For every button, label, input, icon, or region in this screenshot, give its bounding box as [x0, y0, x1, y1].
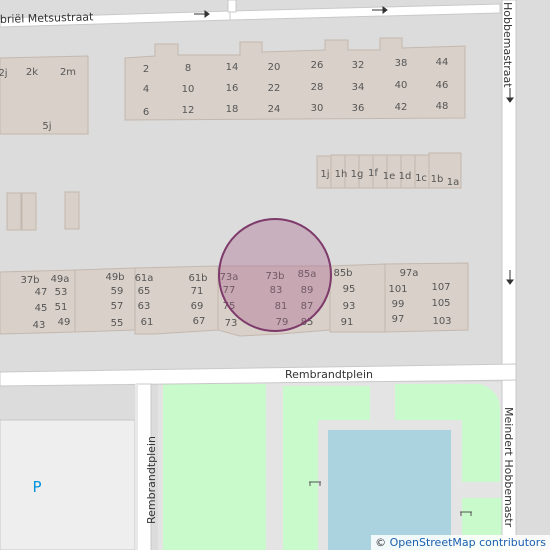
house-number: 57	[111, 301, 124, 312]
house-number: 2m	[60, 67, 76, 78]
street-label-rembrandtplein: Rembrandtplein	[285, 368, 373, 381]
house-number: 37b	[20, 275, 39, 286]
house-number: 47	[35, 287, 48, 298]
house-number: 95	[343, 284, 356, 295]
house-number: 73	[225, 318, 238, 329]
map-view[interactable]: 2j 2k 2m 5j 2 8 4 10 6 12 14 20 16 22 18…	[0, 0, 550, 550]
map-canvas: 2j 2k 2m 5j 2 8 4 10 6 12 14 20 16 22 18…	[0, 0, 550, 550]
house-number: 1e	[383, 171, 396, 182]
house-number: 93	[343, 301, 356, 312]
park-lawn-4	[283, 498, 318, 550]
house-number: 36	[352, 103, 365, 114]
house-number: 1g	[351, 169, 364, 180]
house-number: 101	[388, 284, 407, 295]
house-number: 67	[193, 316, 206, 327]
house-number: 61	[141, 317, 154, 328]
house-number: 45	[35, 303, 48, 314]
house-number: 85b	[333, 268, 352, 279]
parking-icon[interactable]: P	[32, 478, 41, 496]
street-label-rembrandtplein-vertical: Rembrandtplein	[145, 436, 158, 524]
house-number: 2j	[0, 68, 8, 79]
pond[interactable]	[328, 430, 451, 550]
house-number: 71	[191, 286, 204, 297]
house-number: 12	[182, 105, 195, 116]
house-number: 16	[226, 83, 239, 94]
house-number: 24	[268, 104, 281, 115]
house-number: 8	[185, 63, 191, 74]
house-number: 20	[268, 62, 281, 73]
house-number: 10	[182, 84, 195, 95]
house-number: 107	[431, 282, 450, 293]
house-number: 49b	[105, 272, 124, 283]
house-number: 38	[395, 58, 408, 69]
house-number: 97	[392, 314, 405, 325]
house-number: 1b	[431, 174, 444, 185]
house-number: 42	[395, 102, 408, 113]
parking-area[interactable]	[0, 419, 136, 550]
house-number: 1a	[447, 177, 460, 188]
shed-2[interactable]	[21, 192, 37, 231]
house-number: 91	[341, 317, 354, 328]
osm-attribution-link[interactable]: OpenStreetMap contributors	[390, 536, 546, 549]
house-number: 46	[436, 80, 449, 91]
house-number: 40	[395, 80, 408, 91]
map-attribution: © OpenStreetMap contributors	[371, 535, 550, 550]
house-number: 99	[392, 299, 405, 310]
copyright-symbol: ©	[375, 536, 387, 549]
house-number: 59	[111, 286, 124, 297]
house-number: 1f	[368, 168, 378, 179]
house-number: 63	[138, 301, 151, 312]
house-number: 5j	[42, 121, 51, 132]
house-number: 2	[143, 64, 149, 75]
house-number: 6	[143, 107, 149, 118]
house-number: 26	[311, 60, 324, 71]
house-number: 43	[33, 320, 46, 331]
house-number: 14	[226, 62, 239, 73]
road-side-top[interactable]	[227, 0, 237, 13]
house-number: 61a	[135, 273, 154, 284]
park-lawn-1	[163, 384, 266, 550]
street-label-metsustraat: briël Metsustraat	[0, 10, 94, 26]
house-number: 105	[431, 298, 450, 309]
house-number: 1c	[415, 173, 427, 184]
house-number: 44	[436, 57, 449, 68]
house-number: 22	[268, 83, 281, 94]
house-number: 18	[226, 104, 239, 115]
house-number: 1h	[335, 169, 348, 180]
house-number: 61b	[188, 273, 207, 284]
house-number: 28	[311, 82, 324, 93]
house-number: 1j	[320, 169, 329, 180]
shed-3[interactable]	[64, 191, 80, 230]
house-number: 4	[143, 84, 149, 95]
house-number: 2k	[26, 67, 38, 78]
house-number: 49a	[51, 274, 70, 285]
house-number: 97a	[400, 268, 419, 279]
house-number: 65	[138, 286, 151, 297]
street-label-meindert-hobbemastraat: Meindert Hobbemastr	[502, 407, 515, 528]
house-number: 30	[311, 103, 324, 114]
street-label-hobbemastraat: Hobbemastraat	[501, 2, 514, 88]
house-number: 1d	[399, 171, 412, 182]
house-number: 32	[352, 60, 365, 71]
shed-1[interactable]	[6, 192, 22, 231]
house-number: 55	[111, 318, 124, 329]
house-number: 53	[55, 287, 68, 298]
location-marker[interactable]	[218, 218, 332, 332]
house-number: 51	[55, 302, 68, 313]
house-number: 34	[352, 82, 365, 93]
house-number: 103	[432, 316, 451, 327]
house-number: 49	[58, 317, 71, 328]
house-number: 69	[191, 301, 204, 312]
house-number: 48	[436, 101, 449, 112]
